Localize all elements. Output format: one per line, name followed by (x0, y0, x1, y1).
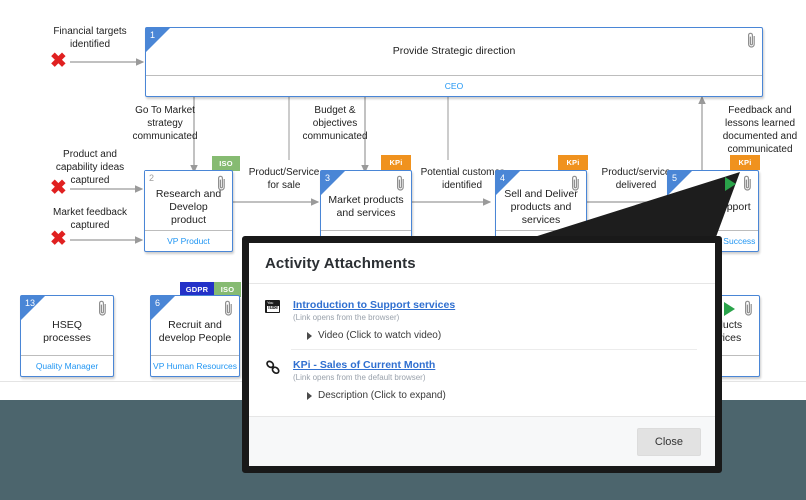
attachment-row-label: Video (Click to watch video) (318, 330, 442, 341)
paperclip-icon[interactable] (743, 299, 754, 317)
attachment-expand-row[interactable]: Video (Click to watch video) (293, 324, 699, 343)
chevron-right-icon[interactable] (307, 331, 312, 340)
dialog-body: You Tube Introduction to Support service… (249, 284, 715, 416)
box-number: 1 (150, 30, 156, 40)
dialog-title: Activity Attachments (265, 254, 416, 272)
paperclip-icon[interactable] (570, 174, 581, 192)
flow-label-market-feedback: Market feedback captured (53, 207, 127, 231)
box-number: 5 (672, 173, 678, 183)
flow-label-feedback-lessons: Feedback and lessons learned documented … (722, 105, 798, 155)
box-title: Provide Strategic direction (392, 44, 516, 57)
box-role: VP Human Resources (151, 355, 239, 376)
badge-kpi-box5: KPi (730, 155, 760, 170)
close-button[interactable]: Close (636, 427, 701, 456)
box-role: Quality Manager (21, 355, 113, 376)
box-role: CEO (146, 75, 762, 96)
box-number: 6 (155, 298, 161, 308)
flow-label-budget-objectives: Budget & objectives communicated (302, 105, 368, 142)
box-number: 13 (25, 298, 36, 308)
play-video-icon[interactable] (725, 177, 736, 191)
flow-label-product-for-sale: Product/Service for sale (248, 167, 320, 191)
flow-label-go-to-market: Go To Market strategy communicated (132, 105, 198, 142)
attachment-row-label: Description (Click to expand) (318, 390, 446, 401)
activity-attachments-dialog: Activity Attachments You Tube Introducti… (242, 236, 722, 473)
play-video-icon[interactable] (724, 302, 735, 316)
attachment-text: Introduction to Support services (Link o… (287, 298, 699, 343)
process-box-1[interactable]: 1 Provide Strategic direction CEO (145, 27, 763, 97)
youtube-glyph: You Tube (265, 300, 280, 313)
dialog-header: Activity Attachments (249, 243, 715, 284)
flow-label-financial-targets: Financial targets identified (53, 26, 127, 50)
badge-kpi-box3: KPi (381, 155, 411, 170)
attachment-link[interactable]: Introduction to Support services (293, 298, 699, 312)
attachment-subtitle: (Link opens from the browser) (293, 313, 400, 322)
box-number: 2 (149, 173, 155, 183)
link-chain-glyph (266, 360, 280, 375)
box-number: 4 (500, 173, 506, 183)
chevron-right-icon[interactable] (307, 391, 312, 400)
attachment-subtitle: (Link opens from the default browser) (293, 373, 426, 382)
box-number: 3 (325, 173, 331, 183)
box-role: VP Product (145, 230, 232, 251)
paperclip-icon[interactable] (223, 299, 234, 317)
youtube-glyph-bottom: Tube (266, 305, 279, 312)
attachment-item[interactable]: You Tube Introduction to Support service… (265, 294, 699, 349)
process-box-6[interactable]: 6 Recruit and develop People VP Human Re… (150, 295, 240, 377)
attachment-item[interactable]: KPi - Sales of Current Month (Link opens… (265, 350, 699, 409)
paperclip-icon[interactable] (746, 31, 757, 49)
dialog-footer: Close (249, 416, 715, 466)
flow-label-product-ideas: Product and capability ideas captured (55, 149, 125, 186)
x-mark-market-feedback: ✖ (50, 228, 67, 250)
link-chain-icon (265, 358, 287, 375)
youtube-icon: You Tube (265, 298, 287, 313)
badge-kpi-box4: KPi (558, 155, 588, 170)
process-box-13[interactable]: 13 HSEQ processes Quality Manager (20, 295, 114, 377)
attachment-expand-row[interactable]: Description (Click to expand) (293, 384, 699, 403)
attachment-text: KPi - Sales of Current Month (Link opens… (287, 358, 699, 403)
x-mark-financial-targets: ✖ (50, 50, 67, 72)
paperclip-icon[interactable] (742, 174, 753, 192)
badge-iso-box2: ISO (212, 156, 240, 171)
attachment-link[interactable]: KPi - Sales of Current Month (293, 358, 699, 372)
paperclip-icon[interactable] (395, 174, 406, 192)
process-box-2[interactable]: 2 Research and Develop product VP Produc… (144, 170, 233, 252)
screen-root: ✖ ✖ ✖ Financial targets identified Go To… (0, 0, 806, 500)
paperclip-icon[interactable] (216, 174, 227, 192)
paperclip-icon[interactable] (97, 299, 108, 317)
